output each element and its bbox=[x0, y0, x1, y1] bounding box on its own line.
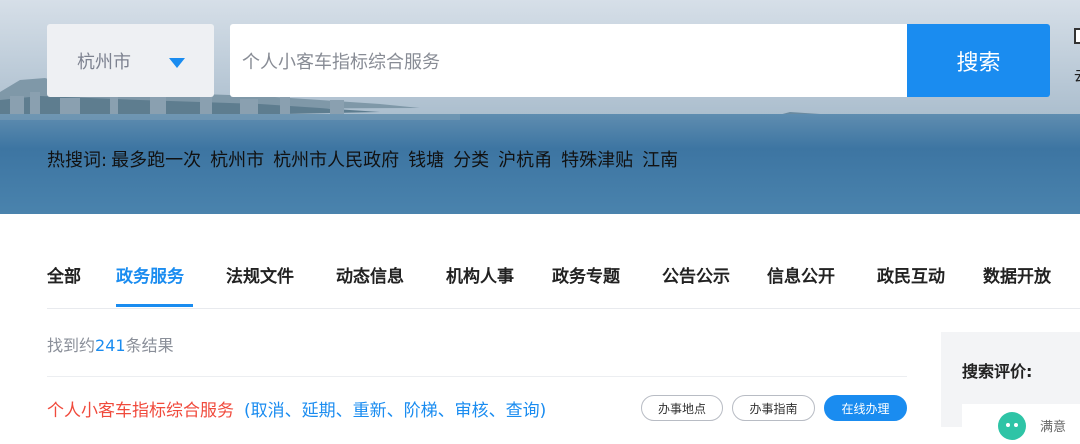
tab-public-interaction[interactable]: 政民互动 bbox=[877, 262, 945, 287]
cropped-window-icon[interactable] bbox=[1074, 28, 1080, 44]
tab-government-services[interactable]: 政务服务 bbox=[116, 262, 184, 287]
hot-search-label: 热搜词: bbox=[47, 150, 108, 171]
tab-special-topics[interactable]: 政务专题 bbox=[552, 262, 620, 287]
result-subtitle: (取消、延期、重新、阶梯、审核、查询) bbox=[244, 400, 547, 421]
search-banner: 杭州市 搜索 云 热搜词: 最多跑一次 杭州市 杭州市人民政府 钱塘 分类 沪杭… bbox=[0, 0, 1080, 214]
tab-regulations[interactable]: 法规文件 bbox=[226, 262, 294, 287]
tab-info-disclosure[interactable]: 信息公开 bbox=[767, 262, 835, 287]
hot-search-word[interactable]: 江南 bbox=[642, 146, 678, 172]
tabs-divider bbox=[47, 308, 1080, 309]
caret-down-icon bbox=[169, 58, 185, 68]
hot-search-row: 热搜词: 最多跑一次 杭州市 杭州市人民政府 钱塘 分类 沪杭甬 特殊津贴 江南 bbox=[47, 146, 678, 172]
tab-open-data[interactable]: 数据开放 bbox=[983, 262, 1051, 287]
results-divider bbox=[47, 376, 907, 377]
city-dropdown[interactable]: 杭州市 bbox=[47, 24, 214, 97]
active-tab-indicator bbox=[116, 304, 193, 307]
rating-option-satisfied[interactable]: 满意 bbox=[962, 404, 1080, 444]
search-button[interactable]: 搜索 bbox=[907, 24, 1050, 97]
result-count-prefix: 找到约 bbox=[47, 336, 96, 355]
hot-search-word[interactable]: 沪杭甬 bbox=[498, 146, 552, 172]
result-count-suffix: 条结果 bbox=[125, 336, 174, 355]
hot-search-word[interactable]: 最多跑一次 bbox=[111, 146, 201, 172]
search-input[interactable] bbox=[230, 24, 907, 97]
category-tabs: 全部 政务服务 法规文件 动态信息 机构人事 政务专题 公告公示 信息公开 政民… bbox=[0, 248, 1080, 308]
search-rating-panel: 搜索评价: 满意 bbox=[941, 332, 1080, 444]
tab-news[interactable]: 动态信息 bbox=[336, 262, 404, 287]
hot-search-word[interactable]: 杭州市 bbox=[210, 146, 264, 172]
hot-search-word[interactable]: 钱塘 bbox=[408, 146, 444, 172]
result-count-number: 241 bbox=[95, 336, 126, 355]
service-guide-button[interactable]: 办事指南 bbox=[732, 395, 815, 421]
result-item: 个人小客车指标综合服务 (取消、延期、重新、阶梯、审核、查询) bbox=[47, 396, 547, 421]
cropped-side-label: 云 bbox=[1074, 70, 1080, 84]
hot-search-word[interactable]: 分类 bbox=[453, 146, 489, 172]
service-location-button[interactable]: 办事地点 bbox=[641, 395, 723, 421]
smiley-face-icon bbox=[998, 412, 1026, 440]
tab-all[interactable]: 全部 bbox=[47, 262, 81, 287]
city-dropdown-value: 杭州市 bbox=[77, 51, 131, 73]
tab-personnel[interactable]: 机构人事 bbox=[446, 262, 514, 287]
hot-search-word[interactable]: 特殊津贴 bbox=[561, 146, 633, 172]
result-title-link[interactable]: 个人小客车指标综合服务 bbox=[47, 396, 234, 421]
tab-announcements[interactable]: 公告公示 bbox=[662, 262, 730, 287]
result-count: 找到约241条结果 bbox=[47, 332, 174, 356]
search-rating-title: 搜索评价: bbox=[962, 362, 1033, 381]
rating-option-label: 满意 bbox=[1040, 420, 1067, 435]
apply-online-button[interactable]: 在线办理 bbox=[824, 395, 907, 421]
hot-search-word[interactable]: 杭州市人民政府 bbox=[273, 146, 399, 172]
